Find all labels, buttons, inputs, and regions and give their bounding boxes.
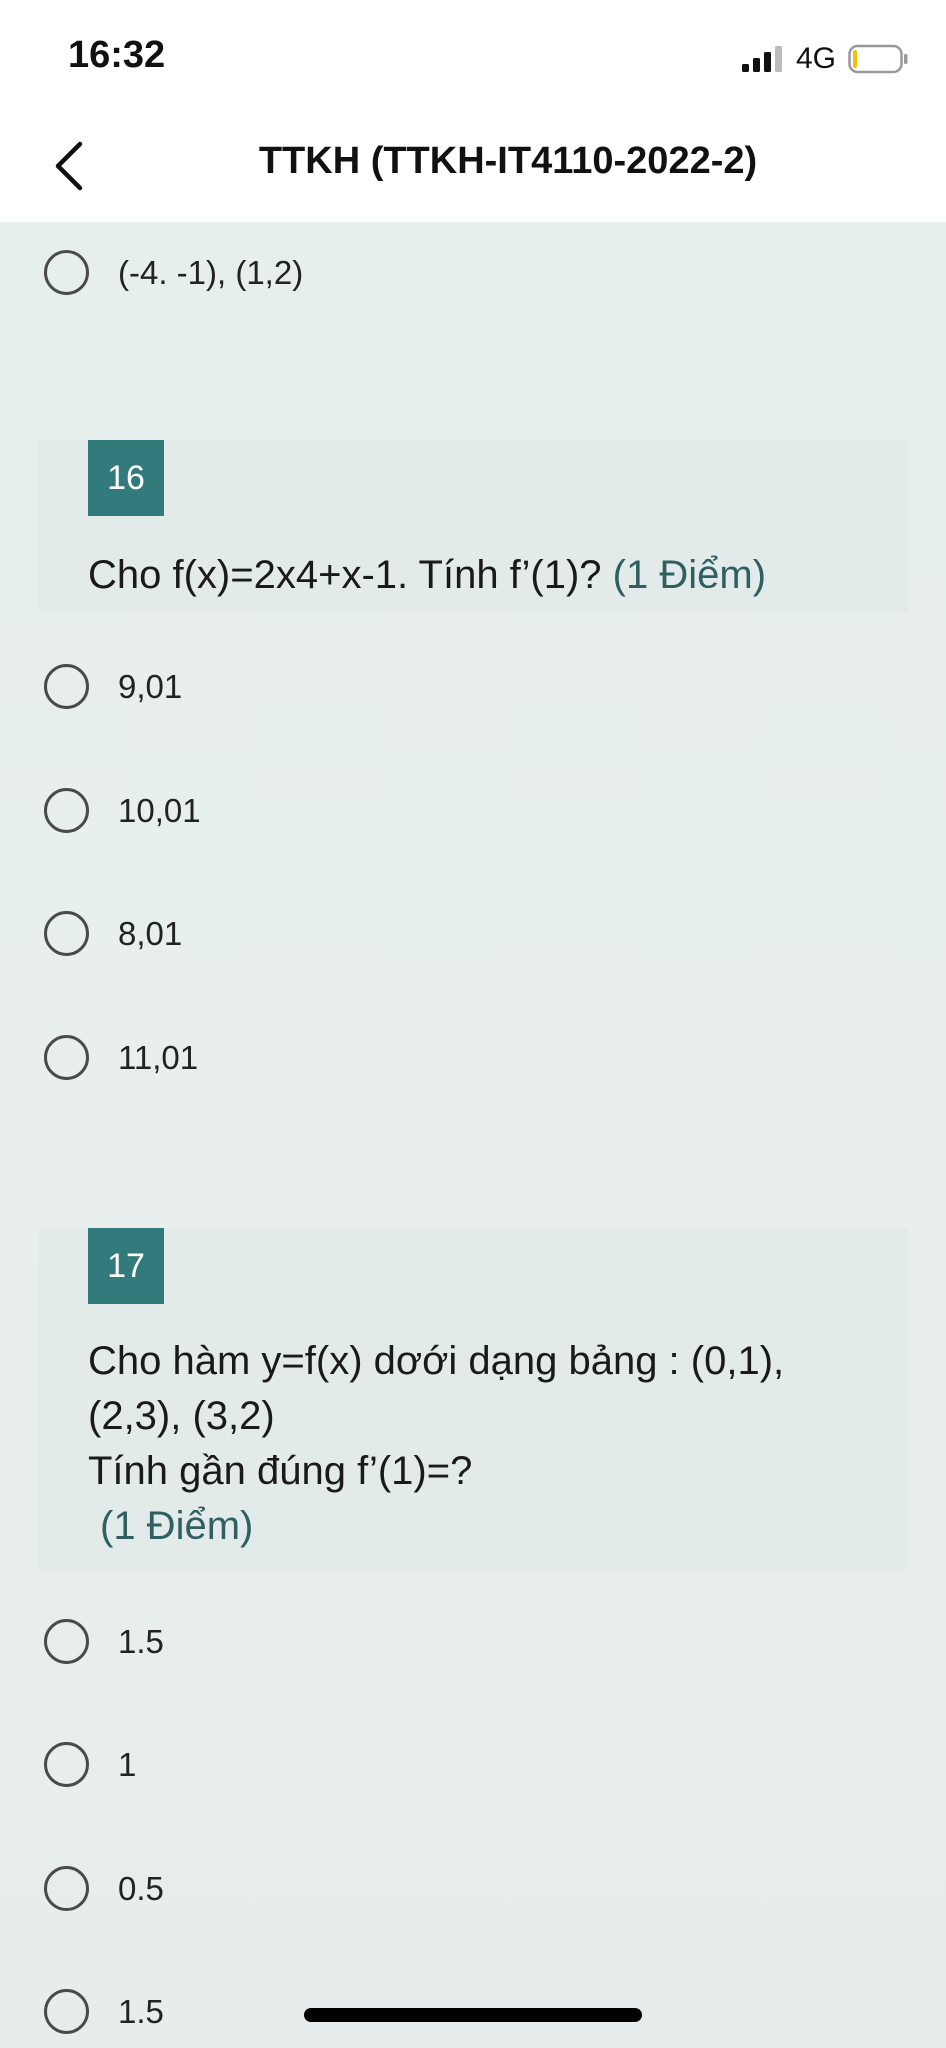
radio-button[interactable] — [44, 250, 89, 295]
radio-button[interactable] — [44, 1035, 89, 1080]
option-label: 8,01 — [118, 915, 183, 952]
question-text: Cho hàm y=f(x) dơới dạng bảng : (0,1), (… — [88, 1334, 888, 1554]
option-16-b[interactable]: 10,01 — [0, 772, 946, 852]
question-number-badge: 17 — [88, 1228, 164, 1304]
radio-button[interactable] — [44, 1866, 89, 1911]
option-label: 11,01 — [118, 1039, 199, 1076]
question-points: (1 Điểm) — [612, 553, 767, 597]
radio-button[interactable] — [44, 1989, 89, 2034]
radio-button[interactable] — [44, 911, 89, 956]
option-label: 10,01 — [118, 792, 201, 829]
nav-bar: TTKH (TTKH-IT4110-2022-2) — [0, 110, 946, 222]
option-label: 1.5 — [118, 1993, 164, 2030]
question-points: (1 Điểm) — [100, 1504, 254, 1548]
option-label: 1 — [118, 1746, 137, 1783]
signal-icon — [742, 46, 782, 72]
form-content[interactable]: (-4. -1), (1,2) 16 Cho f(x)=2x4+x-1. Tín… — [0, 222, 946, 2048]
option-label: 9,01 — [118, 668, 183, 705]
option-17-b[interactable]: 1 — [0, 1726, 946, 1806]
option-17-a[interactable]: 1.5 — [0, 1603, 946, 1683]
radio-button[interactable] — [44, 664, 89, 709]
question-text-line: Cho hàm y=f(x) dơới dạng bảng : (0,1), — [88, 1339, 785, 1383]
radio-button[interactable] — [44, 788, 89, 833]
question-text: Cho f(x)=2x4+x-1. Tính f’(1)? (1 Điểm) — [88, 548, 888, 603]
question-text-body: Cho f(x)=2x4+x-1. Tính f’(1)? — [88, 553, 602, 597]
network-type: 4G — [796, 42, 837, 75]
chevron-left-icon[interactable] — [48, 138, 92, 194]
question-number-badge: 16 — [88, 440, 164, 516]
option-16-d[interactable]: 11,01 — [0, 1019, 946, 1099]
question-card-16: 16 Cho f(x)=2x4+x-1. Tính f’(1)? (1 Điểm… — [38, 440, 908, 612]
option-17-c[interactable]: 0.5 — [0, 1850, 946, 1930]
option-label: (-4. -1), (1,2) — [118, 254, 304, 291]
radio-button[interactable] — [44, 1619, 89, 1664]
option-label: 0.5 — [118, 1870, 164, 1907]
battery-icon — [848, 44, 908, 74]
radio-button[interactable] — [44, 1742, 89, 1787]
option-16-c[interactable]: 8,01 — [0, 895, 946, 975]
status-time: 16:32 — [68, 34, 166, 76]
question-text-line: (2,3), (3,2) — [88, 1394, 275, 1438]
question-text-line: Tính gần đúng f’(1)=? — [88, 1449, 473, 1493]
option-prev-last[interactable]: (-4. -1), (1,2) — [0, 234, 946, 314]
option-label: 1.5 — [118, 1623, 164, 1660]
question-card-17: 17 Cho hàm y=f(x) dơới dạng bảng : (0,1)… — [38, 1228, 908, 1570]
home-indicator[interactable] — [304, 2008, 642, 2022]
page-title: TTKH (TTKH-IT4110-2022-2) — [258, 140, 758, 182]
status-bar: 16:32 4G — [0, 0, 946, 110]
option-16-a[interactable]: 9,01 — [0, 648, 946, 728]
